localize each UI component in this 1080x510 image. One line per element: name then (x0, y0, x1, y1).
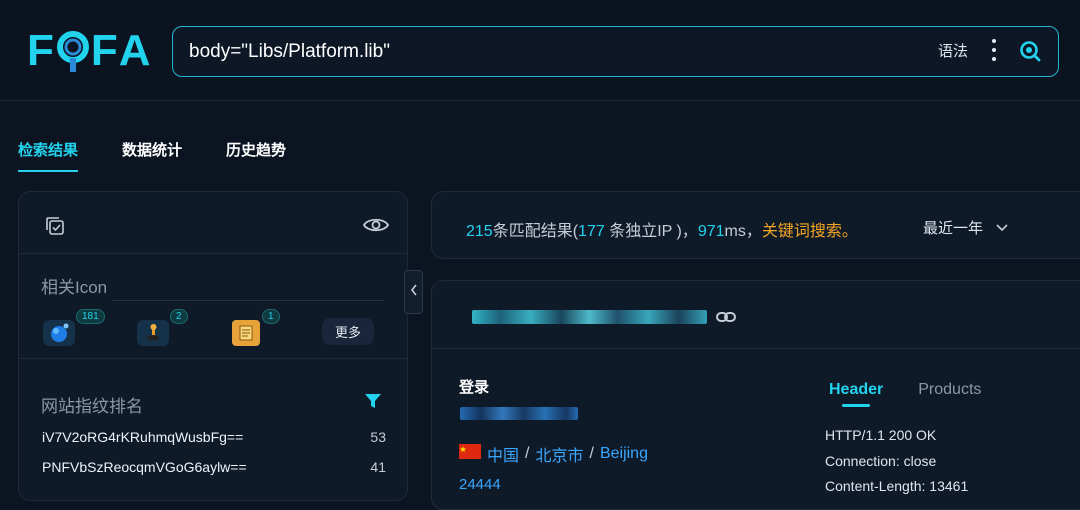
divider (19, 358, 407, 359)
eye-icon[interactable] (362, 216, 390, 239)
joystick-favicon-icon[interactable] (137, 320, 169, 346)
fingerprint-ranking-title: 网站指纹排名 (41, 397, 143, 416)
fingerprint-row[interactable]: PNFVbSzReocqmVGoG6aylw== 41 (42, 459, 386, 475)
summary-text: 条匹配结果( (492, 223, 579, 240)
header-line: HTTP/1.1 200 OK (825, 427, 937, 443)
separator: / (589, 445, 594, 462)
document-favicon-icon[interactable] (232, 320, 260, 346)
link-icon[interactable] (716, 310, 736, 329)
divider (112, 300, 384, 301)
top-bar: F F A 语法 (0, 0, 1080, 101)
logo-letter: F (90, 26, 119, 75)
city-en-link[interactable]: Beijing (600, 445, 648, 463)
fofa-logo[interactable]: F F A (27, 26, 152, 75)
time-range-value: 最近一年 (923, 220, 984, 237)
result-summary-bar: 215条匹配结果(177 条独立IP )，971ms，关键词搜索。 最近一年 (431, 191, 1080, 259)
tab-search-results[interactable]: 检索结果 (18, 139, 79, 172)
query-time: 971 (697, 223, 725, 240)
blurred-ip (460, 407, 578, 420)
tab-products[interactable]: Products (918, 381, 981, 399)
fingerprint-count: 41 (370, 459, 386, 475)
summary-text: 条独立IP )， (604, 223, 698, 240)
tab-header[interactable]: Header (829, 381, 883, 399)
syntax-button[interactable]: 语法 (938, 40, 968, 61)
unique-ip-count: 177 (578, 223, 605, 240)
time-range-select[interactable]: 最近一年 (923, 217, 1009, 238)
tab-history-trend[interactable]: 历史趋势 (226, 139, 286, 172)
tab-statistics[interactable]: 数据统计 (122, 139, 182, 172)
globe-favicon-icon[interactable] (43, 320, 75, 346)
logo-letter: F (27, 26, 55, 75)
fingerprint-hash: iV7V2oRG4rKRuhmqWusbFg== (42, 429, 244, 445)
icon-count-badge: 181 (76, 309, 105, 324)
detail-tabs: Header Products (829, 381, 981, 399)
separator: / (525, 445, 530, 462)
related-icon-title: 相关Icon (41, 278, 108, 297)
header-line: Content-Length: 13461 (825, 478, 969, 494)
location: 中国 / 北京市 / Beijing (459, 442, 648, 466)
city-link[interactable]: 北京市 (535, 442, 583, 466)
summary-text: ms， (724, 223, 762, 240)
blurred-host (472, 309, 707, 325)
icon-count-badge: 2 (170, 309, 188, 324)
chevron-left-icon (409, 283, 419, 302)
china-flag-icon (459, 444, 481, 464)
result-card-header (432, 281, 1080, 349)
total-count: 215 (466, 223, 493, 240)
active-tab-indicator (842, 404, 870, 407)
result-title: 登录 (459, 379, 490, 396)
fingerprint-hash: PNFVbSzReocqmVGoG6aylw== (42, 459, 247, 475)
result-summary: 215条匹配结果(177 条独立IP )，971ms，关键词搜索。 (466, 217, 858, 241)
collapse-panel-button[interactable] (404, 270, 423, 314)
fingerprint-row[interactable]: iV7V2oRG4rKRuhmqWusbFg== 53 (42, 429, 386, 445)
main-tabs: 检索结果 数据统计 历史趋势 (18, 139, 286, 172)
logo-letter: A (118, 26, 152, 75)
header-line: Connection: close (825, 453, 937, 469)
logo-magnifier-icon (56, 30, 90, 72)
more-icons-button[interactable]: 更多 (322, 318, 374, 345)
search-box: 语法 (172, 26, 1059, 77)
left-panel (18, 191, 408, 501)
more-vertical-icon[interactable] (991, 39, 997, 61)
country-link[interactable]: 中国 (487, 442, 519, 466)
left-panel-header (19, 192, 407, 254)
fingerprint-count: 53 (370, 429, 386, 445)
chevron-down-icon (995, 219, 1009, 236)
filter-icon[interactable] (364, 392, 382, 415)
result-card (431, 280, 1080, 510)
search-icon[interactable] (1018, 39, 1042, 63)
search-input[interactable] (189, 38, 889, 66)
port-link[interactable]: 24444 (459, 476, 501, 493)
keyword-search-link[interactable]: 关键词搜索。 (762, 223, 858, 240)
icon-count-badge: 1 (262, 309, 280, 324)
select-checkbox-icon[interactable] (45, 216, 65, 241)
